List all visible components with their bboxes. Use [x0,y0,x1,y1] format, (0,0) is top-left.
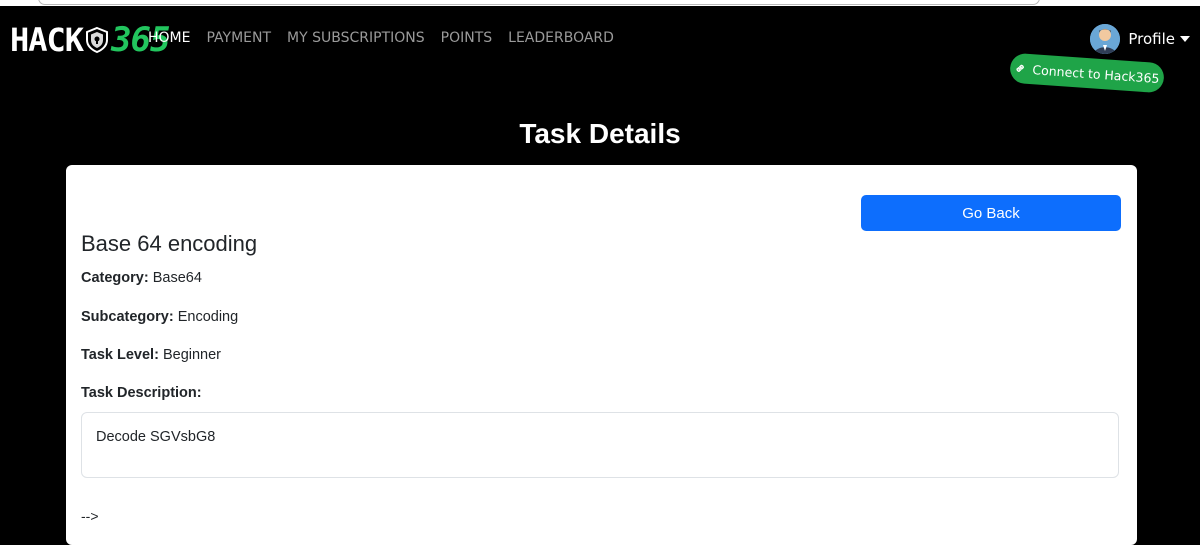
stray-comment-text: --> [81,508,99,524]
task-name: Base 64 encoding [81,231,258,256]
task-level-field: Task Level: Beginner [81,347,221,363]
category-value: Base64 [152,270,202,286]
category-label: Category: [81,270,149,286]
logo-text: HACK [10,21,84,59]
task-description-label: Task Description: [81,385,202,401]
connect-label: Connect to Hack365 [1032,61,1160,86]
chevron-down-icon [1180,36,1190,42]
task-description-heading: Task Description: [81,385,202,401]
avatar [1090,24,1121,54]
nav-my-subscriptions[interactable]: MY SUBSCRIPTIONS [287,30,425,46]
profile-label: Profile [1128,30,1175,48]
go-back-button[interactable]: Go Back [861,195,1121,231]
nav-points[interactable]: POINTS [441,30,493,46]
link-icon [1016,64,1025,72]
user-avatar-icon [1090,24,1121,54]
shield-icon [86,26,109,54]
nav-links: HOME PAYMENT MY SUBSCRIPTIONS POINTS LEA… [148,30,630,46]
nav-home[interactable]: HOME [148,30,190,46]
task-description-text: Decode SGVsbG8 [96,429,216,445]
address-bar-edge[interactable] [38,0,1040,5]
subcategory-value: Encoding [177,309,239,325]
subcategory-field: Subcategory: Encoding [81,309,238,325]
category-field: Category: Base64 [81,270,202,286]
task-card: Go Back Base 64 encoding Category: Base6… [66,165,1137,545]
subcategory-label: Subcategory: [81,309,174,325]
task-description-box: Decode SGVsbG8 [81,412,1119,478]
task-level-value: Beginner [162,347,221,363]
profile-dropdown[interactable]: Profile [1090,24,1190,54]
page-title: Task Details [519,118,681,149]
nav-payment[interactable]: PAYMENT [206,30,271,46]
nav-leaderboard[interactable]: LEADERBOARD [508,30,614,46]
task-level-label: Task Level: [81,347,159,363]
hack365-logo[interactable]: HACK 365 [10,20,170,60]
